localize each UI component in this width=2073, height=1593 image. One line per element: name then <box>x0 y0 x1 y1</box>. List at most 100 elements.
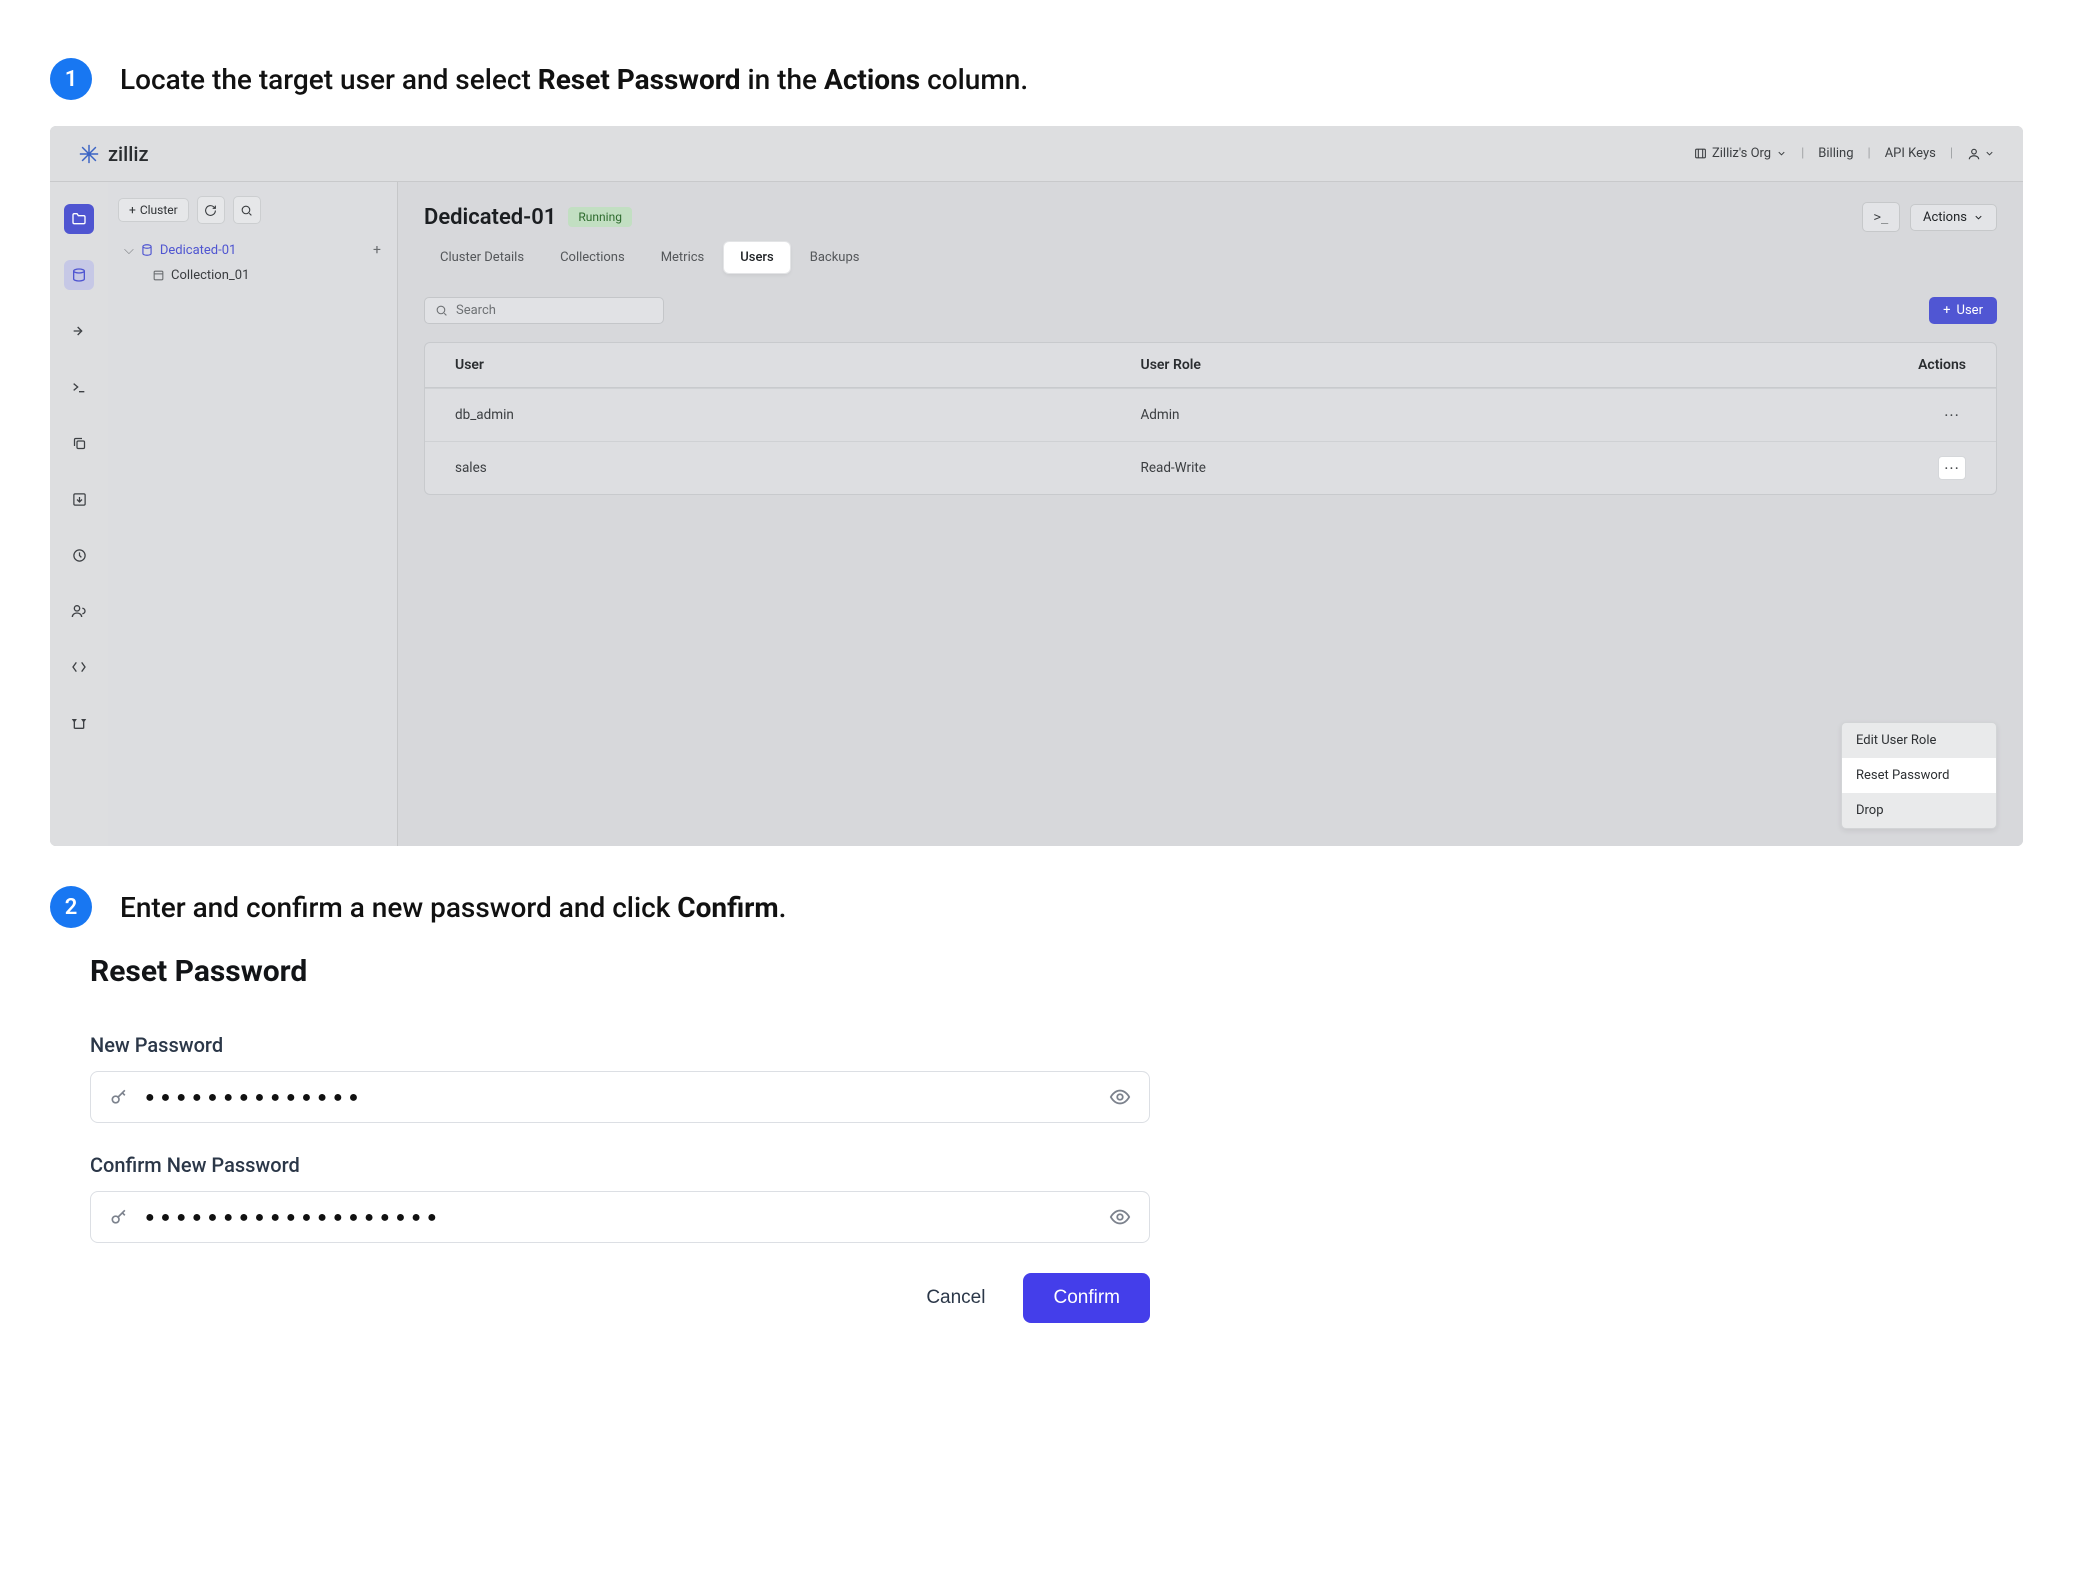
form-title: Reset Password <box>90 954 1150 989</box>
actions-label: Actions <box>1923 210 1967 225</box>
sidebar-item-cluster[interactable]: ⌵ Dedicated-01 + <box>118 238 387 262</box>
brand-logo-icon <box>78 143 100 165</box>
history-icon <box>72 548 87 563</box>
step-1-mid: in the <box>741 63 824 96</box>
status-badge: Running <box>568 207 632 227</box>
cancel-button[interactable]: Cancel <box>918 1275 993 1321</box>
copy-icon <box>72 436 87 451</box>
cell-role: Read-Write <box>1141 460 1827 476</box>
reset-password-form: Reset Password New Password ●●●●●●●●●●●●… <box>90 954 1150 1323</box>
tabs: Cluster Details Collections Metrics User… <box>424 242 1997 273</box>
rail-item-settings[interactable] <box>64 708 94 738</box>
row-actions-button[interactable]: ··· <box>1938 403 1966 427</box>
new-password-field[interactable]: ●●●●●●●●●●●●●● <box>90 1071 1150 1123</box>
tab-metrics[interactable]: Metrics <box>645 242 721 273</box>
chevron-down-icon <box>1984 148 1995 159</box>
divider: | <box>1950 146 1953 161</box>
search-input[interactable]: Search <box>424 297 664 324</box>
folder-icon <box>71 211 87 227</box>
step-2-pre: Enter and confirm a new password and cli… <box>120 891 677 924</box>
sidebar-item-collection[interactable]: Collection_01 <box>118 268 387 283</box>
import-icon <box>72 492 87 507</box>
confirm-password-value: ●●●●●●●●●●●●●●●●●●● <box>145 1207 1093 1227</box>
users-table: User User Role Actions db_admin Admin ··… <box>424 342 1997 495</box>
tab-users[interactable]: Users <box>724 242 789 273</box>
key-icon <box>109 1087 129 1107</box>
col-user: User <box>455 357 1141 373</box>
user-menu[interactable] <box>1967 147 1995 161</box>
rail-item-import[interactable] <box>64 484 94 514</box>
step-1-bold-2: Actions <box>824 63 920 96</box>
add-collection-button[interactable]: + <box>373 242 381 258</box>
rail-item-pipelines[interactable] <box>64 316 94 346</box>
rail-item-history[interactable] <box>64 540 94 570</box>
billing-link[interactable]: Billing <box>1818 146 1853 161</box>
rail-item-projects[interactable] <box>64 204 94 234</box>
page-title: Dedicated-01 <box>424 205 556 230</box>
refresh-icon <box>204 204 217 217</box>
tab-collections[interactable]: Collections <box>544 242 641 273</box>
cluster-name: Dedicated-01 <box>160 243 236 258</box>
cell-user: db_admin <box>455 407 1141 423</box>
actions-dropdown[interactable]: Actions <box>1910 204 1997 231</box>
rail-item-terminal[interactable] <box>64 372 94 402</box>
user-icon <box>1967 147 1981 161</box>
new-password-label: New Password <box>90 1033 1150 1057</box>
chevron-down-icon <box>1776 148 1787 159</box>
pipeline-icon <box>71 323 87 339</box>
menu-reset-password[interactable]: Reset Password <box>1842 758 1996 793</box>
divider: | <box>1868 146 1871 161</box>
step-1-badge: 1 <box>50 58 92 100</box>
api-keys-link[interactable]: API Keys <box>1885 146 1936 161</box>
row-actions-menu: Edit User Role Reset Password Drop <box>1841 722 1997 829</box>
rail-item-copy[interactable] <box>64 428 94 458</box>
chevron-down-icon: ⌵ <box>124 243 134 258</box>
confirm-password-label: Confirm New Password <box>90 1153 1150 1177</box>
terminal-icon <box>71 379 87 395</box>
key-icon <box>109 1207 129 1227</box>
terminal-button[interactable]: >_ <box>1862 202 1900 232</box>
menu-edit-user-role[interactable]: Edit User Role <box>1842 723 1996 758</box>
tab-cluster-details[interactable]: Cluster Details <box>424 242 540 273</box>
step-1-post: column. <box>920 63 1028 96</box>
app-screenshot: zilliz Zilliz's Org | Billing | API Keys… <box>50 126 2023 846</box>
add-user-button[interactable]: + User <box>1929 297 1997 324</box>
divider: | <box>1801 146 1804 161</box>
database-icon <box>71 267 87 283</box>
plus-icon: + <box>129 203 136 217</box>
users-icon <box>71 603 87 619</box>
collection-icon <box>152 269 165 282</box>
step-1-bold-1: Reset Password <box>538 63 741 96</box>
search-icon <box>240 204 253 217</box>
confirm-button[interactable]: Confirm <box>1023 1273 1150 1323</box>
add-cluster-button[interactable]: + Cluster <box>118 198 189 222</box>
topbar: zilliz Zilliz's Org | Billing | API Keys… <box>50 126 2023 182</box>
row-actions-button[interactable]: ··· <box>1938 456 1966 480</box>
main-content: Dedicated-01 Running >_ Actions Cluster … <box>398 182 2023 846</box>
eye-icon[interactable] <box>1109 1086 1131 1108</box>
brand[interactable]: zilliz <box>78 142 149 166</box>
eye-icon[interactable] <box>1109 1206 1131 1228</box>
add-cluster-label: Cluster <box>140 203 178 217</box>
brand-text: zilliz <box>108 142 149 166</box>
icon-rail <box>50 182 108 846</box>
tab-backups[interactable]: Backups <box>794 242 876 273</box>
search-placeholder: Search <box>456 303 496 318</box>
rail-item-expand[interactable] <box>64 652 94 682</box>
rail-item-database[interactable] <box>64 260 94 290</box>
table-row: sales Read-Write ··· <box>425 441 1996 494</box>
refresh-button[interactable] <box>197 196 225 224</box>
confirm-password-field[interactable]: ●●●●●●●●●●●●●●●●●●● <box>90 1191 1150 1243</box>
step-2-badge: 2 <box>50 886 92 928</box>
col-actions: Actions <box>1826 357 1966 373</box>
add-user-label: User <box>1957 303 1983 318</box>
chevron-down-icon <box>1973 212 1984 223</box>
rail-item-users[interactable] <box>64 596 94 626</box>
search-cluster-button[interactable] <box>233 196 261 224</box>
sidebar: + Cluster ⌵ Dedicated-01 + <box>108 182 398 846</box>
org-label: Zilliz's Org <box>1712 146 1771 161</box>
collection-name: Collection_01 <box>171 268 249 283</box>
new-password-value: ●●●●●●●●●●●●●● <box>145 1087 1093 1107</box>
org-switcher[interactable]: Zilliz's Org <box>1694 146 1787 161</box>
menu-drop[interactable]: Drop <box>1842 793 1996 828</box>
